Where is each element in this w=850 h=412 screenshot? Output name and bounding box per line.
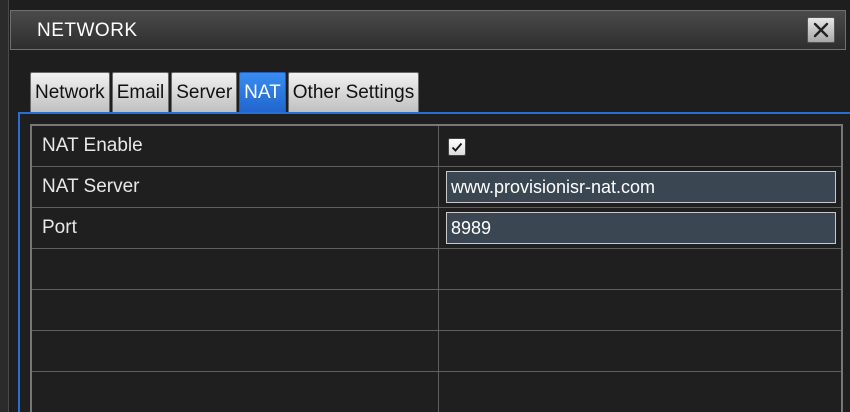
left-edge — [0, 0, 9, 412]
tab-network[interactable]: Network — [30, 72, 110, 114]
empty-row — [32, 331, 841, 372]
nat-enable-checkbox[interactable] — [448, 138, 466, 156]
tab-nat[interactable]: NAT — [239, 72, 286, 114]
row-port: Port 8989 — [32, 208, 841, 249]
empty-value-cell — [440, 372, 841, 412]
checkmark-icon — [451, 142, 463, 152]
port-label: Port — [32, 208, 439, 248]
empty-label-cell — [32, 331, 439, 371]
nat-settings-table: NAT Enable NAT Server www.provisionisr-n… — [30, 124, 843, 412]
tab-other-settings[interactable]: Other Settings — [287, 72, 420, 114]
row-nat-enable: NAT Enable — [32, 126, 841, 167]
empty-value-cell — [440, 290, 841, 330]
close-button[interactable] — [807, 17, 835, 43]
empty-label-cell — [32, 290, 439, 330]
empty-row — [32, 290, 841, 331]
network-window: NETWORK Network Email Server NAT Other S… — [0, 0, 850, 412]
empty-row — [32, 249, 841, 290]
tab-server[interactable]: Server — [171, 72, 238, 114]
close-icon — [813, 22, 829, 38]
empty-label-cell — [32, 249, 439, 289]
empty-value-cell — [440, 331, 841, 371]
row-nat-server: NAT Server www.provisionisr-nat.com — [32, 167, 841, 208]
nat-server-cell: www.provisionisr-nat.com — [440, 167, 841, 207]
title-bar: NETWORK — [10, 10, 846, 50]
nat-enable-cell — [440, 126, 841, 166]
empty-label-cell — [32, 372, 439, 412]
nat-server-input[interactable]: www.provisionisr-nat.com — [446, 171, 836, 203]
nat-enable-label: NAT Enable — [32, 126, 439, 166]
empty-row — [32, 372, 841, 412]
nat-server-label: NAT Server — [32, 167, 439, 207]
tab-bar: Network Email Server NAT Other Settings — [30, 72, 420, 114]
port-input[interactable]: 8989 — [446, 212, 836, 244]
window-title: NETWORK — [37, 20, 138, 41]
tab-email[interactable]: Email — [111, 72, 170, 114]
empty-value-cell — [440, 249, 841, 289]
port-cell: 8989 — [440, 208, 841, 248]
